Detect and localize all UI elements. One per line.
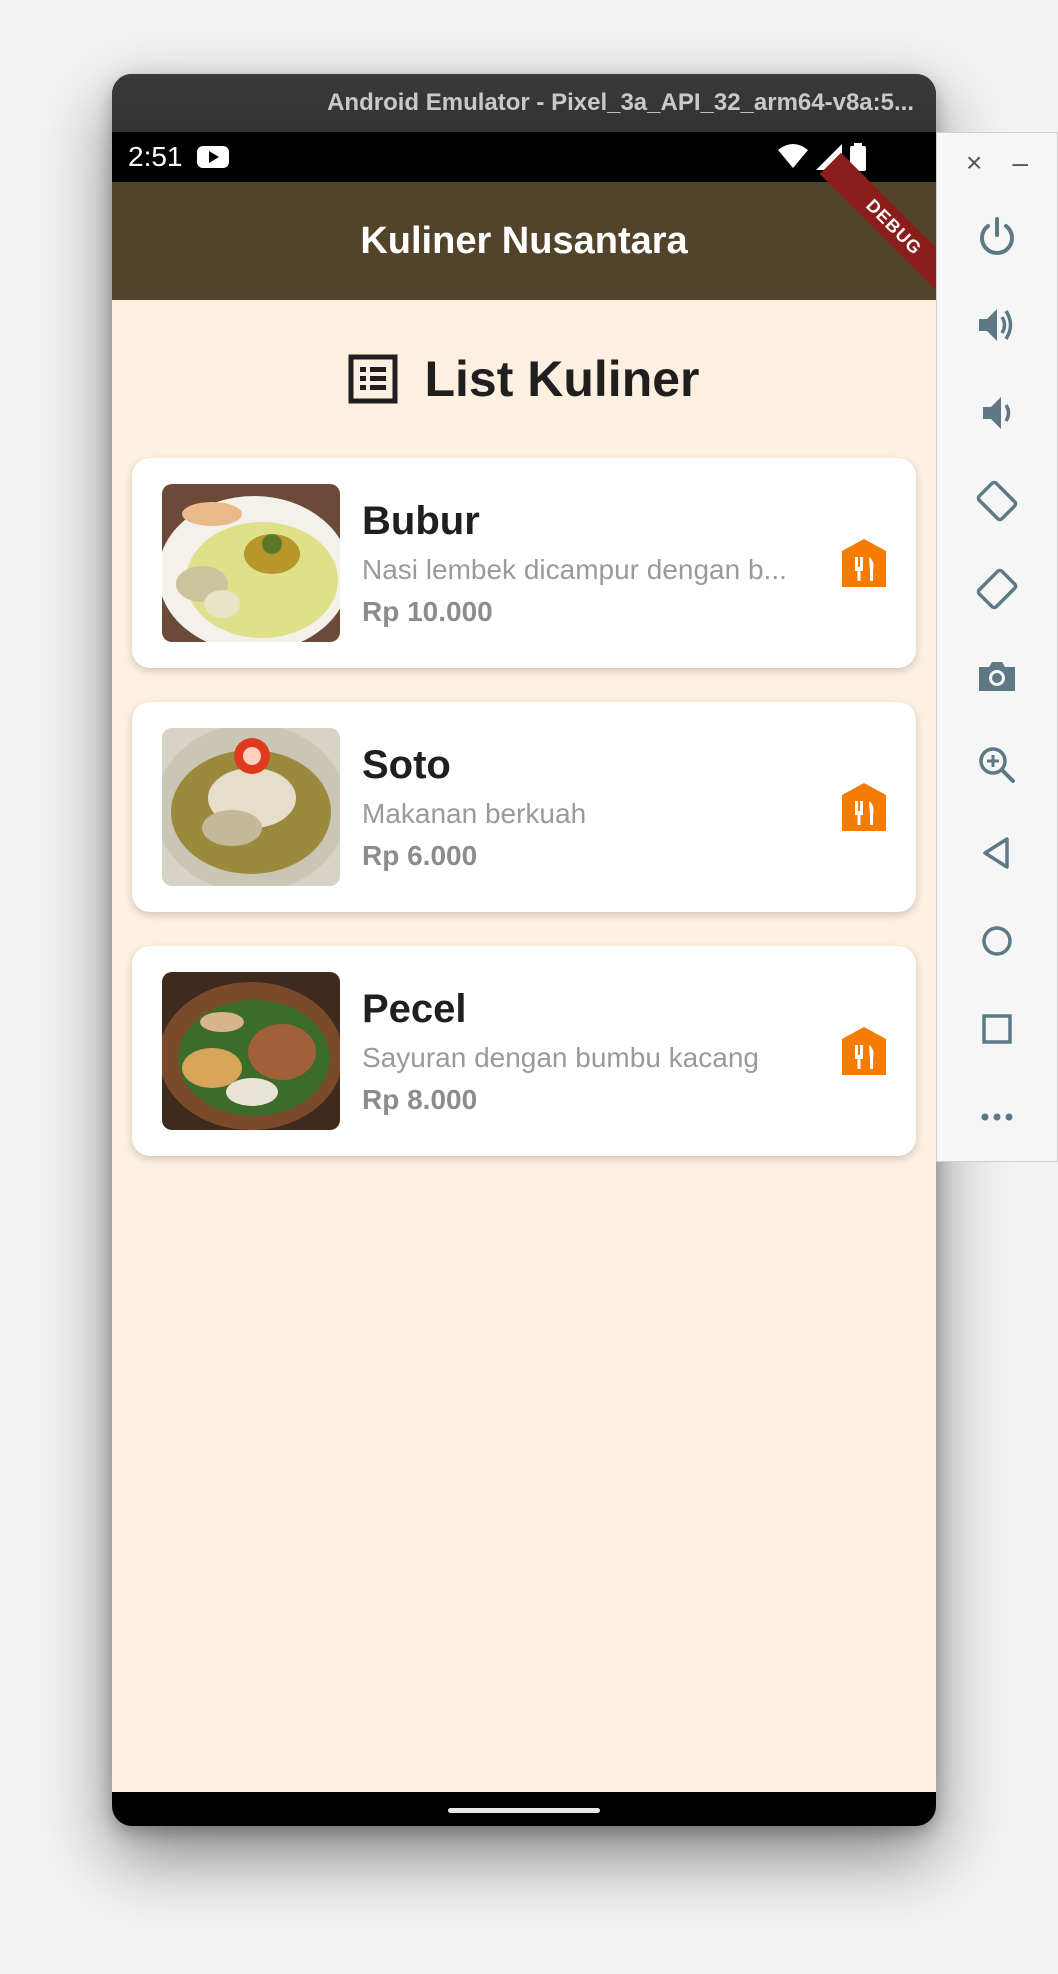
home-button[interactable] — [937, 897, 1057, 985]
back-button[interactable] — [937, 809, 1057, 897]
item-name: Pecel — [362, 986, 467, 1031]
item-price: Rp 8.000 — [362, 1083, 478, 1115]
toolbar-window-controls: × – — [937, 133, 1057, 193]
more-icon — [981, 1113, 1013, 1121]
overview-icon — [982, 1014, 1012, 1044]
rotate-left-button[interactable] — [937, 457, 1057, 545]
more-button[interactable] — [937, 1073, 1057, 1161]
gesture-nav-bar — [112, 1792, 936, 1826]
rotate-right-icon — [976, 568, 1018, 610]
emulator-side-toolbar: × – — [936, 132, 1058, 1162]
window-title: Android Emulator - Pixel_3a_API_32_arm64… — [327, 89, 914, 116]
item-description: Sayuran dengan bumbu kacang — [362, 1041, 759, 1073]
rotate-right-button[interactable] — [937, 545, 1057, 633]
camera-icon — [979, 662, 1015, 691]
list-item-soto[interactable]: Soto Makanan berkuah Rp 6.000 — [132, 702, 916, 912]
section-heading: List Kuliner — [112, 300, 936, 458]
volume-down-button[interactable] — [937, 369, 1057, 457]
store-fork-icon[interactable] — [842, 783, 886, 831]
culinary-list: Bubur Nasi lembek dicampur dengan b... R… — [112, 458, 936, 1156]
list-item-bubur[interactable]: Bubur Nasi lembek dicampur dengan b... R… — [132, 458, 916, 668]
emulator-window: Android Emulator - Pixel_3a_API_32_arm64… — [112, 74, 936, 1826]
status-bar: 2:51 — [112, 132, 936, 182]
home-gesture-pill[interactable] — [448, 1808, 600, 1813]
item-name: Bubur — [362, 498, 480, 543]
item-info: Bubur Nasi lembek dicampur dengan b... R… — [340, 499, 832, 628]
app-bar: Kuliner Nusantara DEBUG — [112, 152, 936, 302]
item-price: Rp 6.000 — [362, 839, 478, 871]
overview-button[interactable] — [937, 985, 1057, 1073]
list-item-pecel[interactable]: Pecel Sayuran dengan bumbu kacang Rp 8.0… — [132, 946, 916, 1156]
soto-photo — [162, 728, 340, 886]
volume-down-icon — [983, 397, 1011, 429]
store-fork-icon[interactable] — [842, 539, 886, 587]
back-icon — [983, 837, 1009, 869]
power-button[interactable] — [937, 193, 1057, 281]
zoom-button[interactable] — [937, 721, 1057, 809]
screenshot-button[interactable] — [937, 633, 1057, 721]
volume-up-icon — [979, 309, 1013, 341]
power-icon — [980, 217, 1014, 255]
app-title: Kuliner Nusantara — [360, 219, 688, 262]
list-alt-icon — [348, 354, 398, 404]
item-info: Pecel Sayuran dengan bumbu kacang Rp 8.0… — [340, 987, 832, 1116]
section-title: List Kuliner — [424, 351, 700, 407]
volume-up-button[interactable] — [937, 281, 1057, 369]
home-icon — [982, 926, 1012, 956]
item-info: Soto Makanan berkuah Rp 6.000 — [340, 743, 832, 872]
status-time: 2:51 — [128, 141, 183, 172]
item-description: Makanan berkuah — [362, 797, 587, 829]
item-name: Soto — [362, 742, 451, 787]
item-price: Rp 10.000 — [362, 595, 493, 627]
wifi-icon — [778, 144, 808, 168]
close-icon[interactable]: × — [966, 147, 982, 179]
device-screen: 2:51 Kuliner Nusantara DEBUG List Kuline… — [112, 132, 936, 1826]
youtube-icon — [196, 146, 229, 168]
item-description: Nasi lembek dicampur dengan b... — [362, 553, 787, 585]
rotate-left-icon — [976, 480, 1018, 522]
minimize-icon[interactable]: – — [1012, 147, 1028, 179]
store-fork-icon[interactable] — [842, 1027, 886, 1075]
zoom-icon — [979, 747, 1015, 783]
window-titlebar[interactable]: Android Emulator - Pixel_3a_API_32_arm64… — [112, 74, 936, 132]
bubur-photo — [162, 484, 340, 642]
pecel-photo — [162, 972, 340, 1130]
